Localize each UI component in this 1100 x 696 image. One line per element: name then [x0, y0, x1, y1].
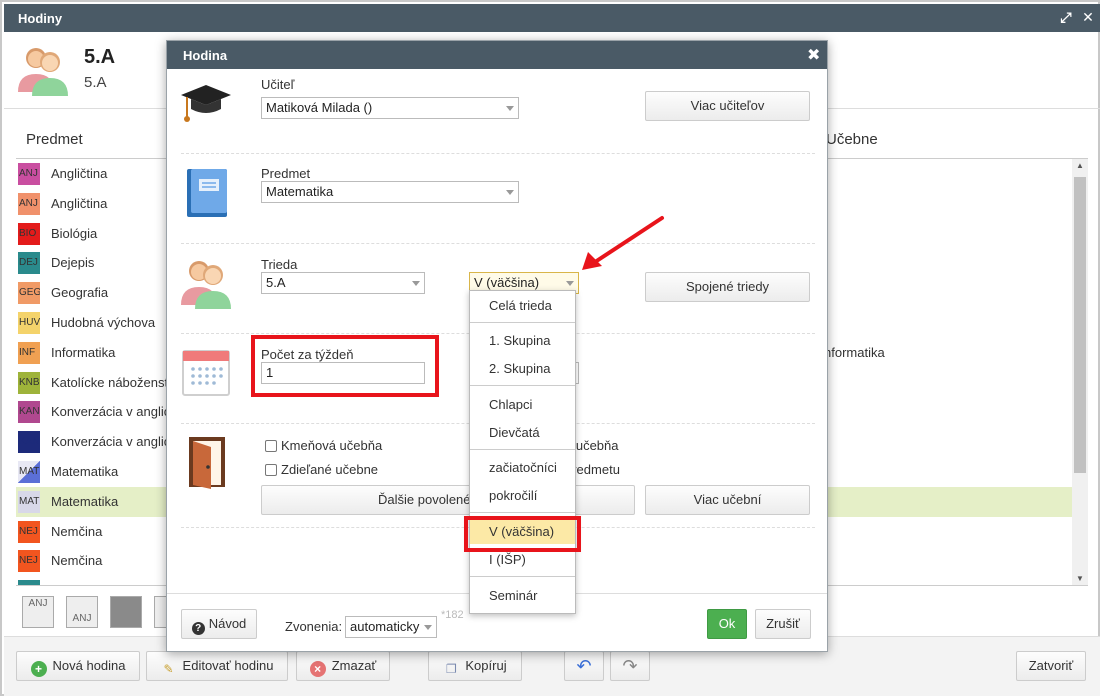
help-button[interactable]: ? Návod [181, 609, 257, 639]
highlight-box [251, 335, 439, 397]
class-group-icon [181, 261, 231, 309]
checkbox-icon[interactable] [265, 464, 277, 476]
separator [181, 153, 815, 154]
dropdown-option[interactable]: Celá trieda [470, 294, 575, 318]
dialog-close-icon[interactable]: ✖ [807, 45, 820, 65]
dropdown-option[interactable]: začiatočníci [470, 456, 575, 480]
bells-label: Zvonenia: [285, 619, 343, 634]
calendar-icon [182, 350, 230, 396]
dropdown-separator [470, 576, 575, 577]
chevron-down-icon [506, 106, 514, 111]
more-rooms-button[interactable]: Viac učební [645, 485, 810, 515]
book-icon [187, 169, 227, 217]
dropdown-option[interactable]: 1. Skupina [470, 329, 575, 353]
more-teachers-button[interactable]: Viac učiteľov [645, 91, 810, 121]
highlight-box [464, 516, 581, 552]
teacher-label: Učiteľ [261, 77, 295, 92]
class-select[interactable]: 5.A [261, 272, 425, 294]
graduation-cap-icon [181, 85, 231, 122]
joined-classes-button[interactable]: Spojené triedy [645, 272, 810, 302]
dialog-title: Hodina [183, 48, 228, 63]
chevron-down-icon [566, 281, 574, 286]
dropdown-option[interactable]: Chlapci [470, 393, 575, 417]
dropdown-option[interactable]: Seminár [470, 584, 575, 608]
subject-select[interactable]: Matematika [261, 181, 519, 203]
dropdown-separator [470, 449, 575, 450]
separator [181, 243, 815, 244]
group-dropdown: Celá trieda 1. Skupina 2. Skupina Chlapci Di… [469, 290, 576, 614]
dropdown-option[interactable]: pokročilí [470, 484, 575, 508]
dropdown-separator [470, 322, 575, 323]
teacher-select[interactable]: Matiková Milada () [261, 97, 519, 119]
dropdown-separator [470, 512, 575, 513]
dialog-titlebar: Hodina ✖ [167, 41, 827, 69]
door-icon [189, 437, 225, 489]
class-label: Trieda [261, 257, 298, 272]
shared-rooms-checkbox[interactable]: Zdieľané učebne [265, 462, 378, 477]
chevron-down-icon [412, 281, 420, 286]
question-icon: ? [191, 622, 205, 635]
hint-text: *182 [441, 609, 464, 621]
chevron-down-icon [424, 625, 432, 630]
ok-button[interactable]: Ok [707, 609, 747, 639]
cancel-button[interactable]: Zrušiť [755, 609, 811, 639]
arrow-annotation-icon [582, 216, 664, 270]
dropdown-separator [470, 385, 575, 386]
dialog-layer: Hodina ✖ Učiteľ Matiková Milada () Viac … [0, 0, 1100, 696]
checkbox-icon[interactable] [265, 440, 277, 452]
bells-select[interactable]: automaticky [345, 616, 437, 638]
more-allowed-rooms-button[interactable]: Ďalšie povolené [261, 485, 635, 515]
dropdown-option[interactable]: Dievčatá [470, 421, 575, 445]
dropdown-option[interactable]: 2. Skupina [470, 357, 575, 381]
home-room-checkbox[interactable]: Kmeňová učebňa [265, 438, 382, 453]
chevron-down-icon [506, 190, 514, 195]
subject-label: Predmet [261, 166, 311, 181]
